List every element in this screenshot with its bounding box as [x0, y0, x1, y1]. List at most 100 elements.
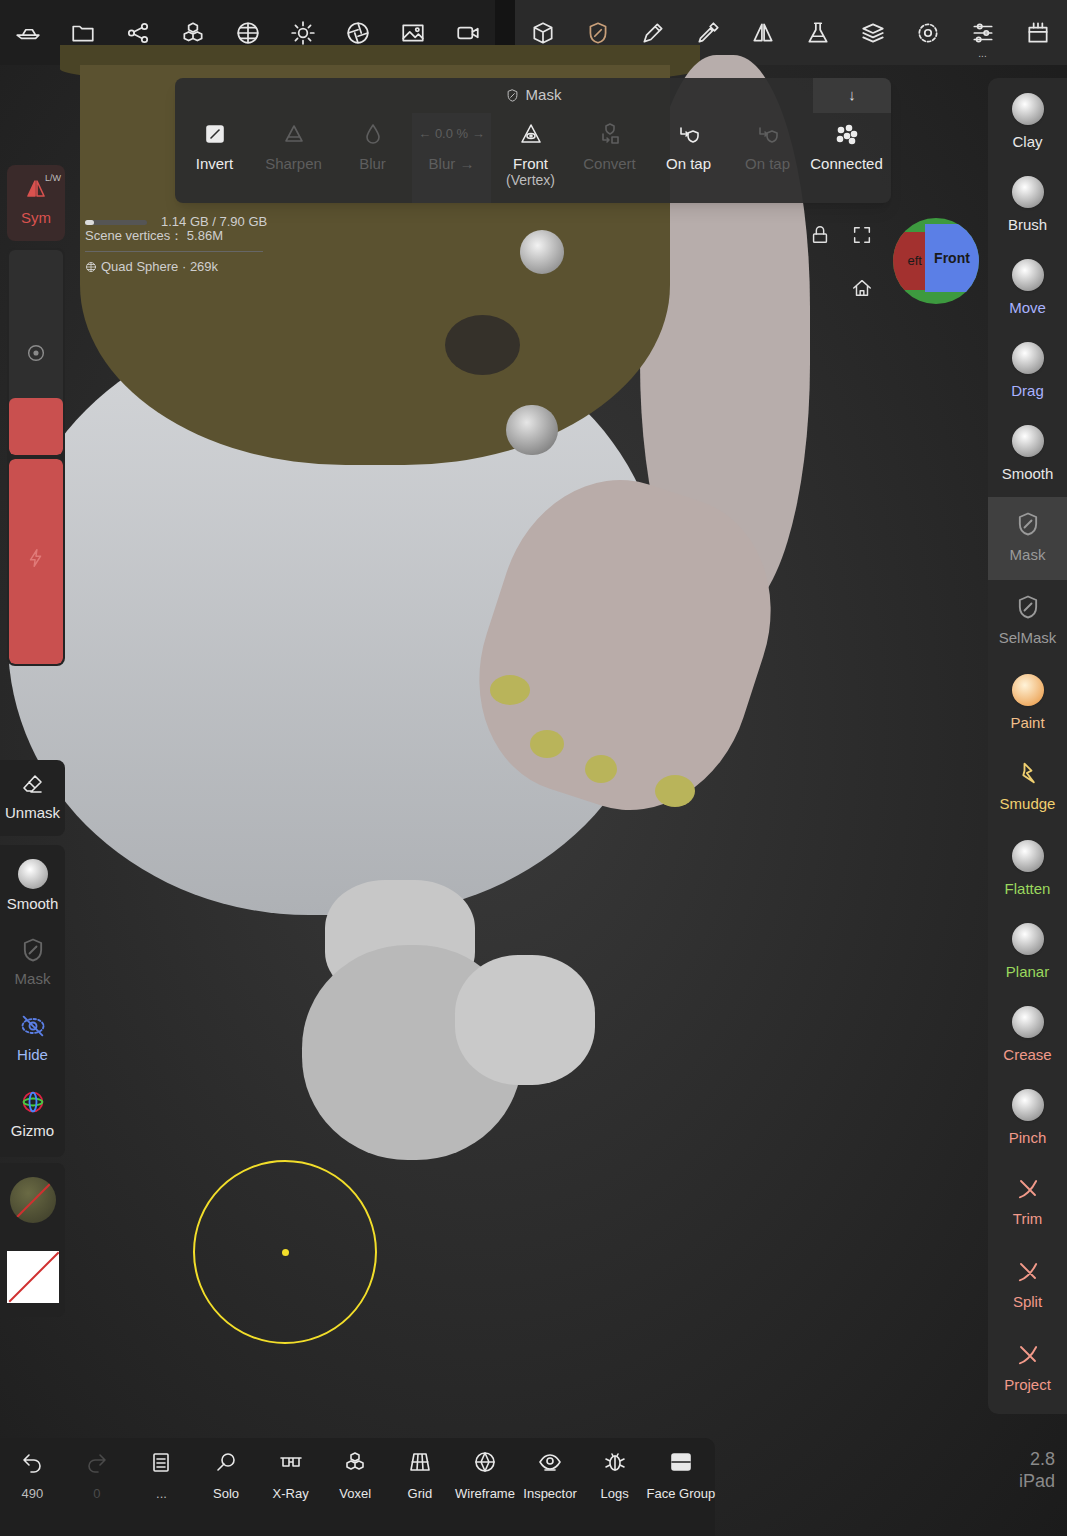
- sculpt-tool[interactable]: Clay: [988, 82, 1067, 165]
- sculpt-tool[interactable]: Pinch: [988, 1078, 1067, 1161]
- convert-icon: [598, 122, 622, 146]
- tool-label: Crease: [1003, 1044, 1051, 1067]
- vertex-count: Scene vertices： 5.86M: [85, 229, 267, 243]
- color-swatch[interactable]: [7, 1251, 59, 1303]
- dropper-icon: [695, 20, 721, 46]
- mask-tool[interactable]: Invert: [175, 113, 254, 203]
- tool-label: Flatten: [1005, 878, 1051, 901]
- left-tool[interactable]: Gizmo: [0, 1077, 65, 1153]
- bottom-label: X-Ray: [273, 1484, 309, 1504]
- left-tool[interactable]: Mask: [0, 925, 65, 1001]
- sphere-icon: [1012, 923, 1044, 955]
- left-tools: SmoothMask Hide Gizmo: [0, 845, 65, 1157]
- sculpt-tool[interactable]: Brush: [988, 165, 1067, 248]
- sculpt-tool[interactable]: Trim: [988, 1161, 1067, 1244]
- bottom-button[interactable]: 490: [0, 1450, 65, 1504]
- flask-icon: [805, 20, 831, 46]
- front-icon: [519, 122, 543, 146]
- viewport[interactable]: Mask↓InvertSharpenBlur← 0.0 % →Blur →Fro…: [0, 65, 1067, 1536]
- wire-icon: [473, 1450, 497, 1474]
- symmetry-button[interactable]: L/WSym: [7, 165, 65, 241]
- sculpt-tool[interactable]: Flatten: [988, 829, 1067, 912]
- tool-label: Front: [513, 155, 548, 172]
- button-shape: [506, 405, 558, 455]
- redo-icon: [85, 1450, 109, 1474]
- sculpt-tool[interactable]: Move: [988, 248, 1067, 331]
- smooth-icon: [18, 859, 48, 889]
- bottom-button[interactable]: X-Ray: [258, 1450, 323, 1504]
- bottom-button[interactable]: Voxel: [323, 1450, 388, 1504]
- tool-label: Hide: [17, 1044, 48, 1067]
- search-icon: [214, 1450, 238, 1474]
- mask-tool[interactable]: Connected: [807, 113, 886, 203]
- intensity-slider[interactable]: [9, 459, 63, 664]
- view-cube[interactable]: eft Front: [893, 218, 979, 304]
- sculpt-tool[interactable]: Planar: [988, 912, 1067, 995]
- toolbar-button[interactable]: [1010, 0, 1065, 65]
- mask-tool[interactable]: On tap: [728, 113, 807, 203]
- mask-tool[interactable]: Blur: [333, 113, 412, 203]
- tool-sublabel: (Vertex): [506, 172, 555, 189]
- collapse-arrow[interactable]: ↓: [848, 84, 856, 107]
- toolbar-button[interactable]: ...: [955, 0, 1010, 65]
- mask-tool[interactable]: Convert: [570, 113, 649, 203]
- toolbar-button[interactable]: [900, 0, 955, 65]
- fullscreen-button[interactable]: [851, 224, 873, 246]
- sculpt-tool[interactable]: Paint: [988, 663, 1067, 746]
- bottom-label: 0: [93, 1484, 100, 1504]
- cube-front-label[interactable]: Front: [934, 248, 970, 269]
- object-name[interactable]: Quad Sphere · 269k: [101, 260, 218, 274]
- sculpt-tool[interactable]: Mask: [988, 497, 1067, 580]
- bottom-button[interactable]: Wireframe: [452, 1450, 518, 1504]
- lock-button[interactable]: [809, 224, 831, 246]
- toolbar-button[interactable]: [790, 0, 845, 65]
- sculpt-tool[interactable]: Drag: [988, 331, 1067, 414]
- sculpt-tool[interactable]: Split: [988, 1244, 1067, 1327]
- mask-tool[interactable]: ← 0.0 % →Blur →: [412, 113, 491, 203]
- bottom-button[interactable]: 0: [65, 1450, 130, 1504]
- toolbar-button[interactable]: [845, 0, 900, 65]
- aperture-icon: [345, 20, 371, 46]
- sculpt-tool[interactable]: Smudge: [988, 746, 1067, 829]
- layers-icon: [860, 20, 886, 46]
- collapse-button[interactable]: ↓: [813, 78, 891, 113]
- radius-slider[interactable]: [9, 250, 63, 455]
- tool-label: Project: [1004, 1374, 1051, 1397]
- box-icon: [1025, 20, 1051, 46]
- bottom-button[interactable]: Inspector: [518, 1450, 583, 1504]
- tool-label: Invert: [196, 155, 234, 172]
- sculpt-tool[interactable]: Project: [988, 1327, 1067, 1410]
- mask-tool[interactable]: On tap: [649, 113, 728, 203]
- bottom-button[interactable]: Grid: [388, 1450, 453, 1504]
- bottom-button[interactable]: Face Group: [647, 1450, 715, 1504]
- tool-label: Trim: [1013, 1208, 1042, 1231]
- cubes-icon: [180, 20, 206, 46]
- mask-tool[interactable]: Front(Vertex): [491, 113, 570, 203]
- sphere-icon: [1012, 425, 1044, 457]
- unmask-button[interactable]: Unmask: [0, 760, 65, 836]
- lower-shape: [455, 955, 595, 1085]
- bottom-button[interactable]: ...: [129, 1450, 194, 1504]
- home-button[interactable]: [851, 277, 873, 299]
- sculpt-tool[interactable]: SelMask: [988, 580, 1067, 663]
- sculpt-tool[interactable]: Crease: [988, 995, 1067, 1078]
- hide-icon: [19, 1012, 47, 1040]
- bottom-label: ...: [156, 1484, 167, 1504]
- material-swatch[interactable]: [10, 1177, 56, 1223]
- sphere-icon: [1012, 840, 1044, 872]
- sculpt-tool[interactable]: Smooth: [988, 414, 1067, 497]
- blur-value[interactable]: ← 0.0 % →: [418, 124, 484, 144]
- bottom-button[interactable]: Logs: [582, 1450, 647, 1504]
- mask-tool[interactable]: Sharpen: [254, 113, 333, 203]
- left-tool[interactable]: Smooth: [0, 849, 65, 925]
- toolbar-button[interactable]: [0, 0, 55, 65]
- left-tool[interactable]: Hide: [0, 1001, 65, 1077]
- mask-panel: Mask↓InvertSharpenBlur← 0.0 % →Blur →Fro…: [175, 78, 891, 203]
- toolbar-button[interactable]: [735, 0, 790, 65]
- tool-label: Move: [1009, 297, 1046, 320]
- bottom-button[interactable]: Solo: [194, 1450, 259, 1504]
- share-icon: [125, 20, 151, 46]
- version-label: 2.8iPad: [1019, 1448, 1055, 1492]
- tool-label: Brush: [1008, 214, 1047, 237]
- cube-left-label[interactable]: eft: [908, 251, 922, 271]
